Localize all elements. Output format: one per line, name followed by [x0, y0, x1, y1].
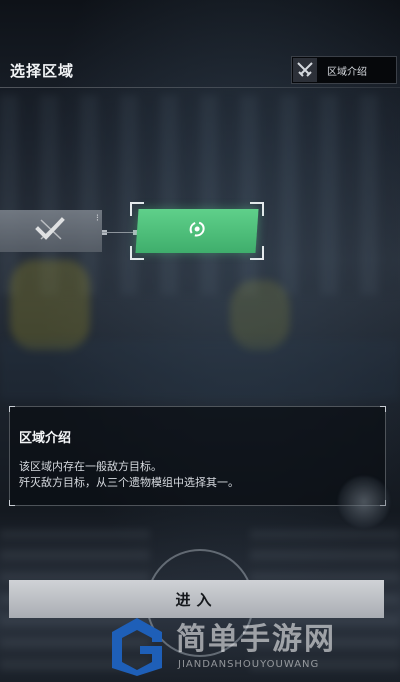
check-swords-icon — [35, 216, 67, 246]
info-panel-description: 该区域内存在一般敌方目标。 歼灭敌方目标，从三个遗物模组中选择其一。 — [19, 459, 239, 491]
target-reticle-icon — [186, 219, 208, 243]
panel-corner — [380, 406, 386, 412]
panel-corner — [9, 406, 15, 412]
area-intro-label: 区域介绍 — [327, 66, 367, 78]
panel-corner — [9, 500, 15, 506]
node-marker-icon: ⁝ — [95, 213, 99, 224]
watermark-logo — [108, 612, 166, 680]
area-info-panel: 区域介绍 该区域内存在一般敌方目标。 歼灭敌方目标，从三个遗物模组中选择其一。 — [9, 406, 386, 506]
selected-node[interactable] — [130, 202, 264, 260]
background-scenery — [10, 260, 90, 350]
background-orb — [338, 476, 390, 528]
background-scenery — [0, 340, 400, 400]
page-title: 选择区域 — [10, 62, 75, 80]
description-line: 该区域内存在一般敌方目标。 — [19, 460, 162, 473]
crossed-swords-icon — [293, 58, 317, 82]
screen: 选择区域 区域介绍 ⁝ 区域介绍 该区域内存在一般敌方目标。 歼灭敌方目标，从三… — [0, 0, 400, 682]
info-panel-title: 区域介绍 — [19, 431, 72, 446]
watermark-subtitle: JIANDANSHOUYOUWANG — [178, 659, 320, 670]
watermark-title: 简单手游网 — [176, 622, 336, 657]
completed-node[interactable]: ⁝ — [0, 210, 102, 252]
description-line: 歼灭敌方目标，从三个遗物模组中选择其一。 — [19, 476, 239, 489]
area-intro-button[interactable]: 区域介绍 — [291, 56, 397, 84]
enter-button[interactable]: 进入 — [9, 580, 384, 618]
header-divider — [0, 87, 400, 88]
selected-node-fill — [135, 209, 259, 253]
